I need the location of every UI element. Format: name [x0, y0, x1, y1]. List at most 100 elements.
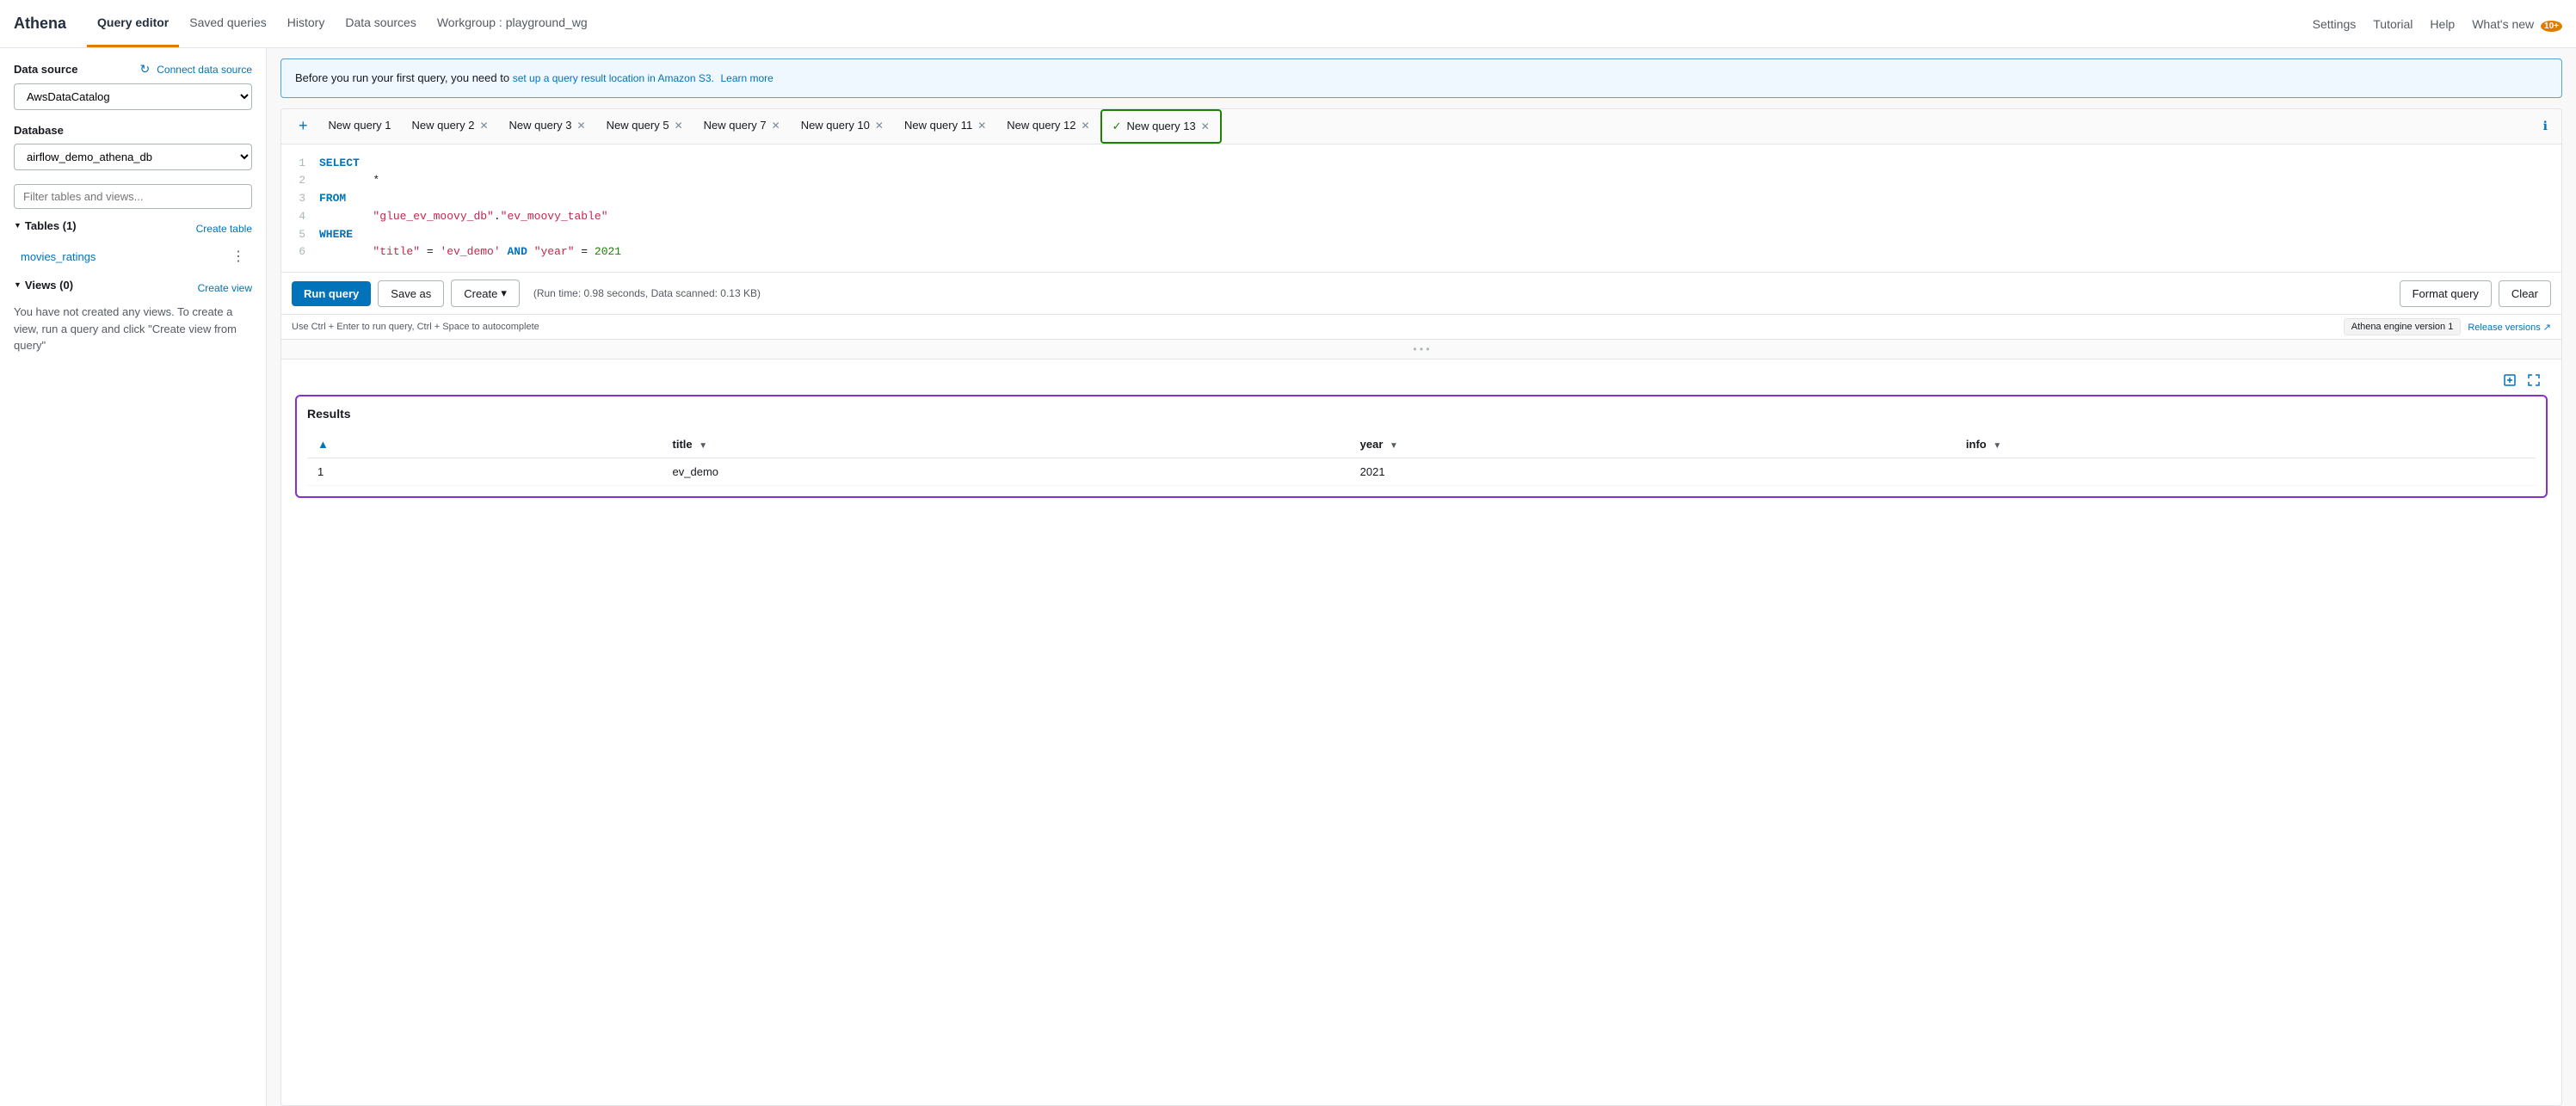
- tables-collapse-icon: [14, 221, 22, 230]
- tab-close-icon[interactable]: ✕: [675, 120, 683, 132]
- release-versions-link[interactable]: Release versions ↗: [2468, 322, 2551, 333]
- learn-more-link[interactable]: Learn more: [720, 72, 773, 84]
- string-db: "glue_ev_moovy_db": [373, 210, 493, 223]
- string-title: "title": [373, 245, 420, 258]
- query-editor-container: + New query 1 New query 2 ✕ New query 3 …: [280, 108, 2562, 1106]
- keyword-select: SELECT: [319, 157, 360, 169]
- tab-success-icon: ✓: [1112, 120, 1122, 133]
- nav-data-sources[interactable]: Data sources: [335, 0, 426, 47]
- code-editor[interactable]: 1 SELECT 2 * 3 FROM: [281, 144, 2561, 273]
- tab-new-query-5[interactable]: New query 5 ✕: [596, 110, 693, 142]
- tab-new-query-11[interactable]: New query 11 ✕: [894, 110, 996, 142]
- hint-bar: Use Ctrl + Enter to run query, Ctrl + Sp…: [281, 314, 2561, 339]
- sort-asc-icon[interactable]: ▲: [317, 438, 329, 451]
- line-number: 4: [292, 208, 305, 226]
- views-collapse[interactable]: Views (0): [14, 279, 73, 292]
- export-results-button[interactable]: [2503, 373, 2517, 391]
- line-number: 3: [292, 190, 305, 208]
- database-select[interactable]: airflow_demo_athena_db: [14, 144, 252, 170]
- tab-close-icon[interactable]: ✕: [1082, 120, 1090, 132]
- code-content: *: [319, 172, 379, 190]
- tab-label: New query 13: [1126, 120, 1195, 132]
- info-text-before: Before you run your first query, you nee…: [295, 71, 509, 84]
- connect-data-source-link[interactable]: Connect data source: [157, 64, 252, 76]
- tab-close-icon[interactable]: ✕: [1201, 120, 1210, 132]
- results-icons: [295, 370, 2548, 395]
- sidebar: Data source ↻ Connect data source AwsDat…: [0, 48, 267, 1106]
- tab-close-icon[interactable]: ✕: [977, 120, 986, 132]
- tab-new-query-7[interactable]: New query 7 ✕: [693, 110, 791, 142]
- refresh-button[interactable]: ↻: [140, 62, 151, 77]
- info-banner: Before you run your first query, you nee…: [280, 58, 2562, 98]
- editor-area[interactable]: 1 SELECT 2 * 3 FROM: [281, 144, 2561, 273]
- filter-tables-input[interactable]: [14, 184, 252, 209]
- col-info[interactable]: info ▼: [1956, 431, 2536, 458]
- nav-query-editor[interactable]: Query editor: [87, 0, 179, 47]
- title-sort-icon: ▼: [699, 441, 707, 451]
- nav-saved-queries[interactable]: Saved queries: [179, 0, 277, 47]
- database-label: Database: [14, 124, 252, 137]
- table-header-row: ▲ title ▼ year ▼: [307, 431, 2536, 458]
- keyword-from: FROM: [319, 192, 346, 205]
- main-layout: Data source ↻ Connect data source AwsDat…: [0, 48, 2576, 1106]
- data-source-select[interactable]: AwsDataCatalog: [14, 83, 252, 110]
- add-tab-button[interactable]: +: [288, 110, 318, 142]
- tab-new-query-3[interactable]: New query 3 ✕: [499, 110, 596, 142]
- action-bar-right: Format query Clear: [2400, 280, 2551, 307]
- tab-label: New query 11: [904, 119, 972, 132]
- format-query-button[interactable]: Format query: [2400, 280, 2492, 307]
- views-collapse-icon: [14, 280, 22, 290]
- tab-new-query-12[interactable]: New query 12 ✕: [996, 110, 1100, 142]
- create-button[interactable]: Create ▾: [451, 280, 520, 307]
- drag-handle[interactable]: • • •: [281, 339, 2561, 359]
- data-source-header: Data source ↻ Connect data source: [14, 62, 252, 77]
- results-area: Results ▲ title ▼: [281, 359, 2561, 1105]
- nav-tutorial[interactable]: Tutorial: [2373, 17, 2413, 31]
- code-content: "title" = 'ev_demo' AND "year" = 2021: [319, 243, 621, 261]
- run-query-button[interactable]: Run query: [292, 281, 371, 306]
- create-table-link[interactable]: Create table: [196, 223, 252, 235]
- tab-info-icon[interactable]: ℹ: [2536, 112, 2554, 140]
- create-view-link[interactable]: Create view: [198, 282, 252, 294]
- views-label: Views (0): [25, 279, 73, 292]
- nav-settings[interactable]: Settings: [2313, 17, 2357, 31]
- code-line-1: 1 SELECT: [281, 155, 2561, 173]
- tab-close-icon[interactable]: ✕: [577, 120, 586, 132]
- code-line-3: 3 FROM: [281, 190, 2561, 208]
- table-item[interactable]: movies_ratings ⋮: [14, 244, 252, 268]
- cell-year: 2021: [1350, 458, 1956, 486]
- tab-new-query-10[interactable]: New query 10 ✕: [791, 110, 894, 142]
- tabs-row: + New query 1 New query 2 ✕ New query 3 …: [281, 109, 2561, 144]
- views-section-header: Views (0) Create view: [14, 279, 252, 297]
- results-table: ▲ title ▼ year ▼: [307, 431, 2536, 486]
- line-number: 6: [292, 243, 305, 261]
- nav-workgroup[interactable]: Workgroup : playground_wg: [427, 0, 598, 47]
- tab-new-query-13[interactable]: ✓ New query 13 ✕: [1100, 109, 1222, 144]
- tab-new-query-2[interactable]: New query 2 ✕: [402, 110, 499, 142]
- top-nav: Athena Query editor Saved queries Histor…: [0, 0, 2576, 48]
- nav-history[interactable]: History: [277, 0, 336, 47]
- save-as-button[interactable]: Save as: [378, 280, 444, 307]
- col-year[interactable]: year ▼: [1350, 431, 1956, 458]
- fullscreen-results-button[interactable]: [2527, 373, 2541, 391]
- nav-whats-new[interactable]: What's new 10+: [2472, 17, 2562, 31]
- tab-close-icon[interactable]: ✕: [875, 120, 884, 132]
- code-content: WHERE: [319, 226, 353, 244]
- year-sort-icon: ▼: [1390, 441, 1398, 451]
- results-container: Results ▲ title ▼: [295, 395, 2548, 498]
- cell-title: ev_demo: [662, 458, 1350, 486]
- nav-help[interactable]: Help: [2430, 17, 2455, 31]
- s3-setup-link[interactable]: set up a query result location in Amazon…: [513, 72, 714, 84]
- tables-collapse[interactable]: Tables (1): [14, 219, 77, 232]
- tab-close-icon[interactable]: ✕: [479, 120, 488, 132]
- tab-new-query-1[interactable]: New query 1: [318, 110, 402, 142]
- table-options-icon[interactable]: ⋮: [231, 248, 245, 265]
- action-bar: Run query Save as Create ▾ (Run time: 0.…: [281, 272, 2561, 314]
- table-name: movies_ratings: [21, 250, 96, 263]
- tab-close-icon[interactable]: ✕: [772, 120, 780, 132]
- tables-section-header: Tables (1) Create table: [14, 219, 252, 237]
- code-line-6: 6 "title" = 'ev_demo' AND "year" = 2021: [281, 243, 2561, 261]
- col-title[interactable]: title ▼: [662, 431, 1350, 458]
- clear-button[interactable]: Clear: [2499, 280, 2551, 307]
- row-number: 1: [307, 458, 662, 486]
